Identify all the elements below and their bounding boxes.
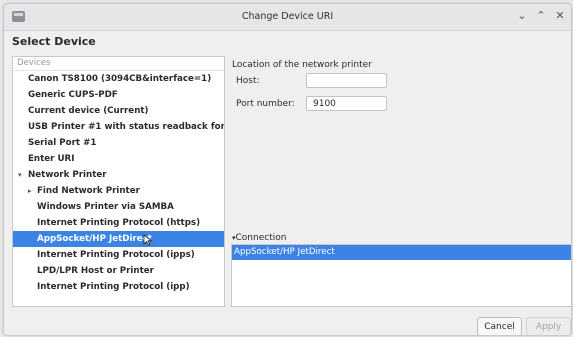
device-label: Serial Port #1 xyxy=(28,138,97,148)
connection-list[interactable]: AppSocket/HP JetDirect xyxy=(231,244,571,307)
close-icon[interactable]: ✕ xyxy=(552,8,568,24)
port-input[interactable] xyxy=(306,96,387,111)
device-item-ipps[interactable]: Internet Printing Protocol (ipps) xyxy=(13,247,224,263)
device-label: Internet Printing Protocol (ipp) xyxy=(37,282,190,292)
device-label: Current device (Current) xyxy=(28,106,149,116)
settings-title: Location of the network printer xyxy=(232,60,372,70)
cancel-button[interactable]: Cancel xyxy=(477,317,522,335)
device-label: Internet Printing Protocol (https) xyxy=(37,218,201,228)
device-label: Canon TS8100 (3094CB&interface=1) xyxy=(28,74,212,84)
device-label: Find Network Printer xyxy=(37,186,140,196)
device-item-ipp-https[interactable]: Internet Printing Protocol (https) xyxy=(13,215,224,231)
devices-column-header: Devices xyxy=(13,57,224,71)
device-label: LPD/LPR Host or Printer xyxy=(37,266,154,276)
device-label: Network Printer xyxy=(28,170,107,180)
device-item-canon[interactable]: Canon TS8100 (3094CB&interface=1) xyxy=(13,71,224,87)
devices-list[interactable]: Devices Canon TS8100 (3094CB&interface=1… xyxy=(12,56,225,307)
device-label: Enter URI xyxy=(28,154,75,164)
page-title: Select Device xyxy=(12,35,96,48)
maximize-icon[interactable]: ⌃ xyxy=(533,8,549,24)
connection-item[interactable]: AppSocket/HP JetDirect xyxy=(232,245,571,260)
window-title: Change Device URI xyxy=(241,11,334,22)
device-item-ipp[interactable]: Internet Printing Protocol (ipp) xyxy=(13,279,224,295)
host-input[interactable] xyxy=(306,73,387,88)
dialog-window: Change Device URI ⌄ ⌃ ✕ Select Device De… xyxy=(3,3,572,336)
device-item-samba[interactable]: Windows Printer via SAMBA xyxy=(13,199,224,215)
device-item-serial[interactable]: Serial Port #1 xyxy=(13,135,224,151)
minimize-icon[interactable]: ⌄ xyxy=(514,8,530,24)
device-label: Windows Printer via SAMBA xyxy=(37,202,174,212)
device-label: USB Printer #1 with status readback for … xyxy=(28,122,225,132)
collapsed-arrow-icon[interactable]: ▸ xyxy=(28,183,32,199)
expanded-arrow-icon[interactable]: ▾ xyxy=(18,167,22,183)
connection-expander[interactable]: ▾Connection xyxy=(232,233,286,243)
device-item-cups-pdf[interactable]: Generic CUPS-PDF xyxy=(13,87,224,103)
connection-title: Connection xyxy=(235,233,287,243)
device-item-lpd[interactable]: LPD/LPR Host or Printer xyxy=(13,263,224,279)
port-label: Port number: xyxy=(236,99,295,109)
device-item-usb[interactable]: USB Printer #1 with status readback for … xyxy=(13,119,224,135)
device-group-network[interactable]: ▾ Network Printer xyxy=(13,167,224,183)
device-item-find-network[interactable]: ▸ Find Network Printer xyxy=(13,183,224,199)
device-item-current[interactable]: Current device (Current) xyxy=(13,103,224,119)
device-label: AppSocket/HP JetDirect xyxy=(37,234,152,244)
device-label: Generic CUPS-PDF xyxy=(28,90,118,100)
device-item-enter-uri[interactable]: Enter URI xyxy=(13,151,224,167)
apply-button[interactable]: Apply xyxy=(526,317,571,335)
host-label: Host: xyxy=(236,76,260,86)
device-label: Internet Printing Protocol (ipps) xyxy=(37,250,195,260)
mouse-cursor-icon xyxy=(143,234,153,246)
title-bar: Change Device URI ⌄ ⌃ ✕ xyxy=(4,4,571,31)
device-item-appsocket[interactable]: AppSocket/HP JetDirect xyxy=(13,231,224,247)
